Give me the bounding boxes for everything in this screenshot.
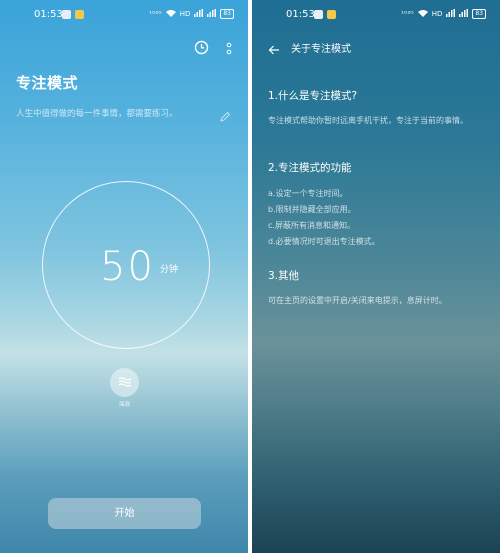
edit-pencil-icon[interactable] [220, 107, 231, 122]
start-button[interactable]: 开始 [48, 498, 201, 529]
top-actions [0, 40, 248, 60]
message-notification-icon [75, 10, 84, 19]
more-options-icon[interactable] [225, 41, 233, 55]
back-arrow-icon[interactable] [268, 41, 280, 55]
section-features: 2.专注模式的功能 a.设定一个专注时间。 b.限制并隐藏全部应用。 c.屏蔽所… [268, 160, 488, 250]
motto-text: 人生中值得做的每一件事情，都需要练习。 [16, 109, 178, 119]
waves-icon [118, 373, 132, 392]
about-focus-mode-screen: 01:53 ¹ᴳ²ᴳ HD 83 关于专注模式 1.什么是专注模式? 专注模式帮… [252, 0, 500, 553]
status-indicators: ¹ᴳ²ᴳ HD 83 [401, 9, 486, 19]
signal-icon [194, 9, 204, 19]
section-heading: 2.专注模式的功能 [268, 162, 352, 174]
signal-icon-2 [207, 9, 217, 19]
app-notification-icon [314, 10, 323, 19]
section-heading: 3.其他 [268, 270, 300, 282]
timer-minutes-value: 50 [100, 244, 155, 290]
list-item: a.设定一个专注时间。 [268, 189, 348, 198]
ambient-sound-button[interactable] [110, 368, 139, 397]
battery-icon: 83 [220, 9, 234, 19]
hd-label: HD [431, 10, 443, 18]
battery-icon: 83 [472, 9, 486, 19]
header-title: 关于专注模式 [291, 44, 351, 55]
status-bar: 01:53 ¹ᴳ²ᴳ HD 83 [252, 0, 500, 28]
list-item: b.限制并隐藏全部应用。 [268, 205, 356, 214]
timer-unit-label: 分钟 [160, 265, 179, 275]
signal-icon-2 [459, 9, 469, 19]
list-item: d.必要情况时可退出专注模式。 [268, 237, 380, 246]
signal-strength-label: ¹ᴳ²ᴳ [149, 10, 162, 18]
section-body: 可在主页的设置中开启/关闭来电提示，息屏计时。 [268, 296, 447, 305]
section-heading: 1.什么是专注模式? [268, 90, 358, 102]
history-clock-icon[interactable] [194, 40, 209, 55]
page-title: 专注模式 [16, 74, 79, 92]
section-other: 3.其他 可在主页的设置中开启/关闭来电提示，息屏计时。 [268, 268, 488, 307]
signal-icon [446, 9, 456, 19]
wifi-icon [417, 9, 428, 19]
list-item: c.屏蔽所有消息和通知。 [268, 221, 355, 230]
wifi-icon [165, 9, 176, 19]
signal-strength-label: ¹ᴳ²ᴳ [401, 10, 414, 18]
section-what-is: 1.什么是专注模式? 专注模式帮助你暂时远离手机干扰，专注于当前的事情。 [268, 88, 488, 127]
status-time: 01:53 [286, 9, 315, 20]
ambient-sound-label: 海浪 [118, 402, 130, 408]
status-time: 01:53 [34, 9, 63, 20]
app-notification-icon [62, 10, 71, 19]
section-body: 专注模式帮助你暂时远离手机干扰，专注于当前的事情。 [268, 116, 468, 125]
message-notification-icon [327, 10, 336, 19]
hd-label: HD [179, 10, 191, 18]
focus-mode-screen: 01:53 ¹ᴳ²ᴳ HD 83 专注模式 人生中值得做的每一件事情，都需要练习… [0, 0, 248, 553]
status-bar: 01:53 ¹ᴳ²ᴳ HD 83 [0, 0, 248, 28]
status-indicators: ¹ᴳ²ᴳ HD 83 [149, 9, 234, 19]
